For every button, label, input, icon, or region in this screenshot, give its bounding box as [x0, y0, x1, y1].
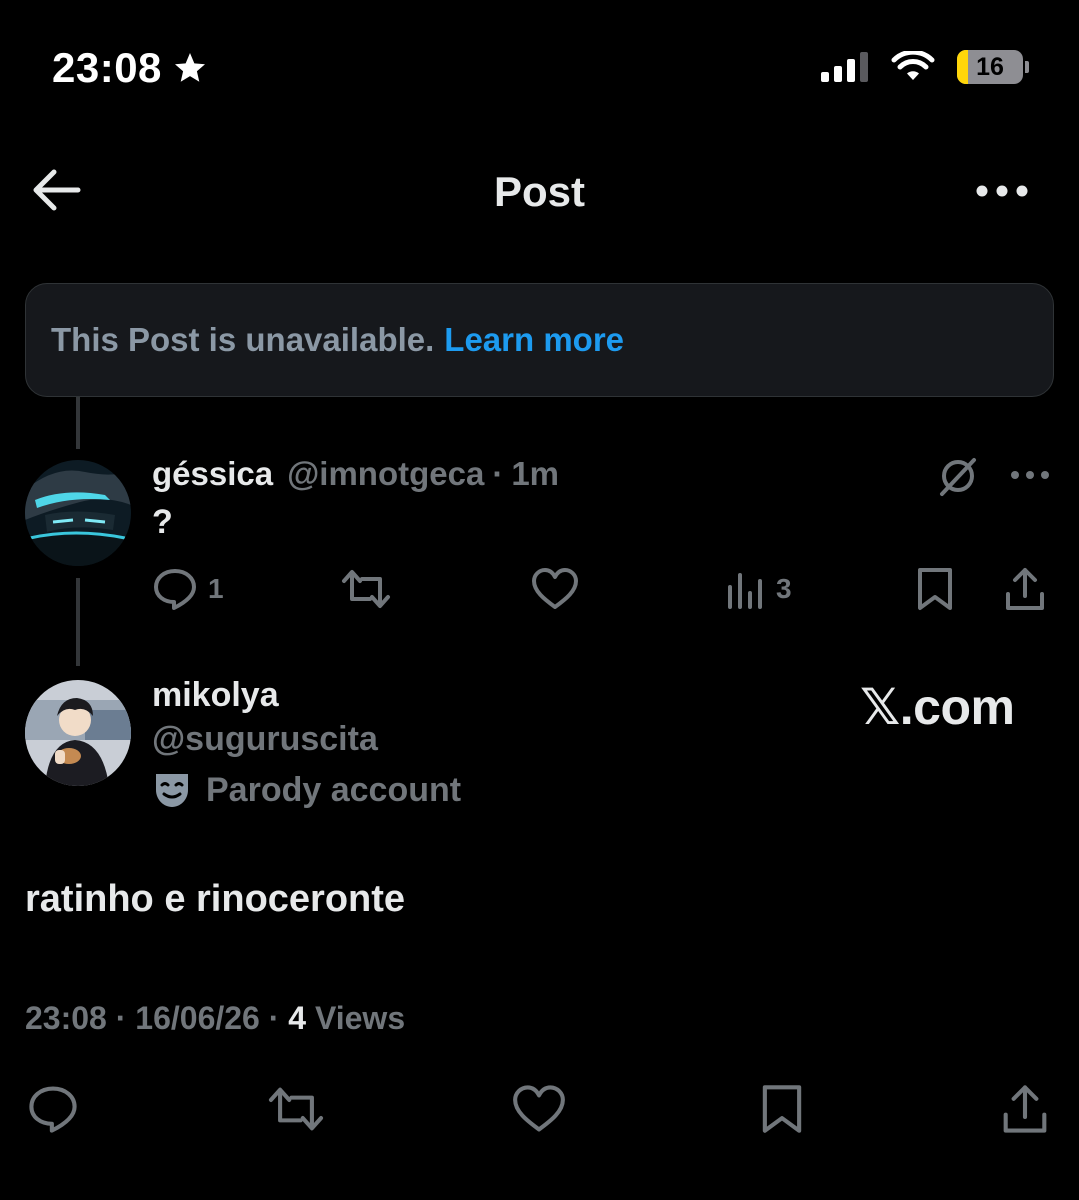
clock-text: 23:08: [52, 44, 162, 91]
unavailable-post-notice: This Post is unavailable. Learn more: [25, 283, 1054, 397]
star-icon: [174, 53, 205, 82]
post-metadata: 23:08 · 16/06/26 · 4 Views: [25, 1000, 405, 1037]
theater-mask-icon: [156, 774, 188, 807]
more-options-icon: [976, 185, 1028, 197]
analytics-icon: [728, 573, 762, 609]
post-display-name[interactable]: mikolya: [152, 676, 279, 715]
post-handle[interactable]: @suguruscita: [152, 720, 378, 759]
post-text: ratinho e rinoceronte: [25, 878, 406, 920]
comment-icon: [154, 569, 196, 610]
battery-level: 16: [976, 52, 1004, 81]
reply-text: ?: [152, 503, 173, 541]
more-options-button[interactable]: [975, 182, 1029, 200]
thread-connector: [76, 578, 80, 666]
reply-separator: ·: [492, 455, 504, 492]
comment-icon: [29, 1086, 77, 1133]
bookmark-button[interactable]: [914, 566, 956, 612]
retweet-button[interactable]: [266, 1084, 326, 1134]
avatar[interactable]: [25, 680, 131, 786]
status-indicators: 16: [821, 50, 1029, 84]
post-views-count: 4: [288, 1000, 307, 1036]
share-button[interactable]: [1003, 566, 1047, 612]
avatar-image: [25, 680, 131, 786]
x-watermark: 𝕏.com: [860, 679, 1015, 735]
share-icon: [1006, 568, 1044, 610]
like-button[interactable]: [510, 1084, 568, 1134]
retweet-icon: [268, 1087, 324, 1131]
parody-badge: Parody account: [152, 770, 461, 810]
reply-header: géssica @imnotgeca · 1m: [152, 455, 559, 493]
wifi-icon: [891, 51, 935, 80]
reply-button[interactable]: 1: [152, 567, 224, 611]
reply-more-button[interactable]: [1010, 468, 1050, 482]
heart-icon: [513, 1085, 565, 1132]
retweet-icon: [342, 570, 390, 608]
bookmark-icon: [918, 568, 952, 610]
reply-button[interactable]: [26, 1084, 80, 1134]
share-button[interactable]: [1000, 1082, 1050, 1136]
heart-icon: [532, 568, 578, 609]
views-count: 3: [776, 573, 792, 604]
unavailable-text: This Post is unavailable.: [51, 321, 435, 358]
meta-separator: ·: [115, 1000, 127, 1036]
cellular-signal-icon: [821, 52, 868, 82]
status-bar-time: 23:08: [52, 44, 208, 92]
reply-display-name[interactable]: géssica: [152, 455, 273, 493]
meta-separator: ·: [268, 1000, 280, 1036]
battery-indicator: 16: [957, 50, 1029, 84]
post-date: 16/06/26: [135, 1000, 260, 1036]
reply-count: 1: [208, 573, 224, 604]
post-time: 23:08: [25, 1000, 107, 1036]
post-views-label: Views: [314, 1000, 406, 1036]
like-button[interactable]: [530, 567, 580, 611]
parody-label: Parody account: [206, 770, 462, 809]
more-options-icon: [1011, 471, 1049, 479]
reply-handle[interactable]: @imnotgeca: [287, 455, 484, 493]
views-button[interactable]: 3: [726, 567, 792, 611]
grok-icon: [940, 458, 976, 496]
reply-timestamp: 1m: [511, 455, 560, 492]
grok-button[interactable]: [936, 454, 980, 498]
share-icon: [1003, 1085, 1047, 1133]
thread-connector: [76, 397, 80, 449]
retweet-button[interactable]: [340, 567, 392, 611]
avatar-image: [25, 460, 131, 566]
avatar[interactable]: [25, 460, 131, 566]
bookmark-icon: [762, 1085, 802, 1133]
page-title: Post: [493, 168, 585, 215]
learn-more-link[interactable]: Learn more: [444, 321, 624, 359]
bookmark-button[interactable]: [758, 1082, 806, 1136]
